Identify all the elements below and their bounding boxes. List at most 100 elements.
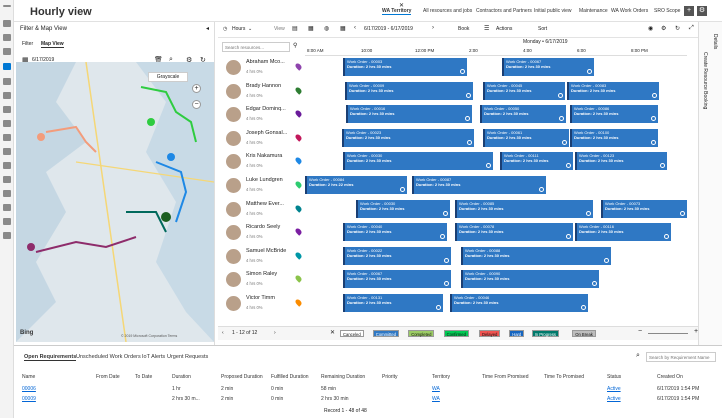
column-header[interactable]: Created On [657, 374, 683, 380]
resource-timeline[interactable]: Work Order - 00009 Duration: 2 hrs 30 min… [305, 79, 687, 104]
expand-icon[interactable]: ⤢ [689, 25, 694, 32]
column-header[interactable]: Proposed Duration [221, 374, 263, 380]
list-icon[interactable]: ☰ [484, 25, 489, 32]
booking-block[interactable]: Work Order - 00087 Duration: 2 hrs 30 min… [412, 176, 546, 194]
booking-block[interactable]: Work Order - 00083 Duration: 2 hrs 30 min… [567, 81, 659, 100]
location-icon[interactable] [3, 190, 11, 197]
map-pin[interactable] [147, 118, 155, 126]
booking-block[interactable]: Work Order - 00131 Duration: 2 hrs 30 min… [343, 294, 443, 312]
booking-block[interactable]: Work Order - 00100 Duration: 2 hrs 30 min… [570, 128, 658, 147]
resource-cell[interactable]: Matthew Ever... 4 hrs 0% [218, 197, 305, 222]
booking-block[interactable]: Work Order - 00085 Duration: 2 hrs 30 min… [455, 199, 593, 218]
tab-sro-scope[interactable]: SRO Scope [654, 8, 680, 14]
tab-maintenance[interactable]: Maintenance [579, 8, 608, 14]
resource-timeline[interactable]: Work Order - 00003 Duration: 2 hrs 30 min… [305, 56, 687, 80]
table-cell[interactable]: Active [607, 386, 621, 392]
resource-timeline[interactable]: Work Order - 00040 Duration: 2 hrs 30 min… [305, 221, 687, 245]
booking-block[interactable]: Work Order - 00040 Duration: 2 hrs 30 min… [343, 223, 447, 242]
resource-search-input[interactable] [222, 42, 290, 52]
settings-icon[interactable] [3, 176, 11, 183]
sort-button[interactable]: Sort [538, 26, 547, 32]
booking-block[interactable]: Work Order - 00067 Duration: 2 hrs 30 min… [502, 58, 594, 76]
schedule-board-icon[interactable] [3, 63, 11, 70]
calendar-icon[interactable] [3, 78, 11, 85]
board-settings-button[interactable]: ⚙ [697, 6, 707, 16]
resource-cell[interactable]: Abraham Mco... 4 hrs 0% [218, 56, 305, 80]
column-header[interactable]: Status [607, 374, 621, 380]
table-cell[interactable]: WA [432, 386, 440, 392]
zoom-in-button[interactable]: + [192, 84, 201, 93]
column-header[interactable]: Name [22, 374, 35, 380]
resource-timeline[interactable]: Work Order - 00016 Duration: 2 hrs 30 min… [305, 103, 687, 127]
column-header[interactable]: Priority [382, 374, 398, 380]
tab-map-view[interactable]: Map View [41, 41, 64, 48]
booking-block[interactable]: Work Order - 00123 Duration: 2 hrs 30 min… [575, 152, 667, 171]
resource-timeline[interactable]: Work Order - 00131 Duration: 2 hrs 30 min… [305, 292, 687, 316]
work-order-icon[interactable] [3, 92, 11, 99]
map-pin-icon[interactable] [294, 85, 303, 95]
booking-block[interactable]: Work Order - 00023 Duration: 2 hrs 30 min… [342, 128, 474, 147]
grayscale-toggle[interactable]: Grayscale [148, 72, 188, 82]
resource-timeline[interactable]: Work Order - 00067 Duration: 2 hrs 30 min… [305, 268, 687, 292]
booking-block[interactable]: Work Order - 00045 Duration: 2 hrs 30 min… [483, 81, 565, 100]
tab-wa-work-orders[interactable]: WA Work Orders [611, 8, 648, 14]
refresh-icon[interactable]: ↻ [675, 25, 680, 32]
zoom-slider[interactable] [648, 333, 688, 334]
page-next-icon[interactable]: › [274, 330, 276, 336]
map-pin-icon[interactable] [294, 298, 303, 307]
booking-block[interactable]: Work Order - 00022 Duration: 2 hrs 30 min… [343, 246, 451, 265]
pinned-icon[interactable] [3, 48, 11, 55]
map-pin-icon[interactable] [294, 109, 303, 118]
resource-cell[interactable]: Kris Nakamura 4 hrs 0% [218, 150, 305, 174]
map-pin[interactable] [161, 212, 171, 222]
column-header[interactable]: Fulfilled Duration [271, 374, 309, 380]
booking-block[interactable]: Work Order - 00078 Duration: 2 hrs 30 min… [455, 223, 573, 242]
calendar-icon[interactable]: ▦ [340, 25, 346, 32]
booking-block[interactable]: Work Order - 00050 Duration: 2 hrs 30 min… [480, 105, 566, 124]
column-header[interactable]: To Date [135, 374, 152, 380]
column-header[interactable]: Duration [172, 374, 191, 380]
asset-icon[interactable] [3, 120, 11, 127]
menu-icon[interactable] [3, 5, 11, 7]
column-header[interactable]: Remaining Duration [321, 374, 365, 380]
zoom-out-icon[interactable]: − [638, 328, 642, 335]
resource-cell[interactable]: Victor Timm 4 hrs 0% [218, 292, 305, 316]
add-tab-button[interactable]: + [684, 6, 694, 16]
globe-icon[interactable]: ◍ [324, 25, 329, 32]
table-cell[interactable]: 00006 [22, 386, 36, 392]
resource-timeline[interactable]: Work Order - 00023 Duration: 2 hrs 30 min… [305, 126, 687, 151]
chevron-right-icon[interactable]: › [432, 25, 434, 31]
page-prev-icon[interactable]: ‹ [222, 330, 224, 336]
people-icon[interactable] [3, 106, 11, 113]
tab-filter[interactable]: Filter [22, 41, 33, 47]
column-header[interactable]: Time From Promised [482, 374, 529, 380]
iot-icon[interactable] [3, 232, 11, 239]
collapse-panel-icon[interactable]: ◂ [206, 25, 209, 32]
booking-block[interactable]: Work Order - 00088 Duration: 2 hrs 30 min… [461, 246, 611, 265]
booking-block[interactable]: Work Order - 00046 Duration: 2 hrs 30 min… [450, 294, 588, 312]
map-pin-icon[interactable] [294, 227, 303, 236]
home-icon[interactable] [3, 20, 11, 27]
map-pin-icon[interactable] [294, 133, 303, 142]
booking-block[interactable]: Work Order - 00084 Duration: 2 hrs 22 min… [305, 176, 407, 194]
resource-timeline[interactable]: Work Order - 00084 Duration: 2 hrs 22 min… [305, 174, 687, 198]
booking-block[interactable]: Work Order - 00086 Duration: 2 hrs 30 min… [570, 105, 658, 124]
details-label[interactable]: Details [712, 34, 718, 49]
map-pin-icon[interactable] [294, 274, 303, 284]
booking-block[interactable]: Work Order - 00030 Duration: 2 hrs 30 min… [343, 152, 493, 171]
booking-block[interactable]: Work Order - 00090 Duration: 2 hrs 30 min… [461, 270, 599, 289]
table-cell[interactable]: 00009 [22, 396, 36, 402]
tools-icon[interactable] [3, 148, 11, 155]
booking-block[interactable]: Work Order - 00016 Duration: 2 hrs 30 min… [346, 105, 472, 124]
tab-open-requirements[interactable]: Open Requirements [24, 354, 77, 361]
booking-block[interactable]: Work Order - 00061 Duration: 2 hrs 30 min… [483, 128, 569, 147]
resource-cell[interactable]: Luke Lundgren 4 hrs 0% [218, 174, 305, 198]
agreement-icon[interactable] [3, 162, 11, 169]
booking-block[interactable]: Work Order - 00073 Duration: 2 hrs 30 min… [601, 199, 687, 218]
map-pin-icon[interactable] [294, 180, 303, 189]
map-view[interactable]: Grayscale + − Bing © 2019 Microsoft Corp… [16, 62, 214, 342]
map-pin[interactable] [167, 153, 175, 161]
resource-cell[interactable]: Samuel McBride 4 hrs 0% [218, 244, 305, 269]
map-pin-icon[interactable] [294, 251, 303, 260]
table-cell[interactable]: WA [432, 396, 440, 402]
